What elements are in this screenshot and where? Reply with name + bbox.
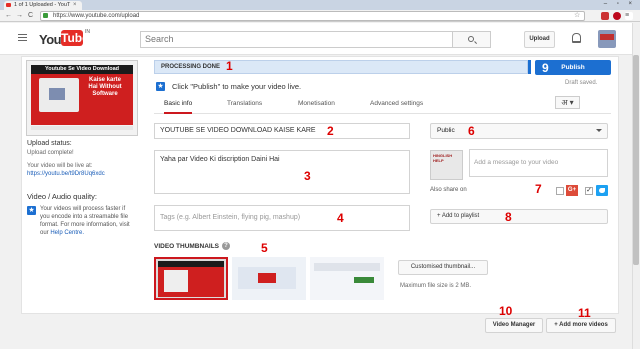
thumbnail-option-1[interactable] <box>154 257 228 300</box>
forward-icon[interactable]: → <box>16 10 23 22</box>
search-icon <box>468 36 474 42</box>
title-field[interactable]: YOUTUBE SE VIDEO DOWNLOAD KAISE KARE <box>154 123 410 139</box>
pinterest-icon[interactable] <box>613 12 621 20</box>
twitter-icon <box>596 185 608 196</box>
logo-region: IN <box>85 29 90 35</box>
upload-status-heading: Upload status: <box>27 140 72 147</box>
info-star-icon: ★ <box>27 206 36 215</box>
chrome-menu-icon[interactable]: ≡ <box>625 12 633 20</box>
max-file-size-text: Maximum file size is 2 MB. <box>400 283 472 289</box>
reload-icon[interactable]: C <box>28 10 33 22</box>
help-icon[interactable]: ? <box>222 242 230 250</box>
window-controls[interactable]: – ▫ × <box>604 0 636 9</box>
annotation-3: 3 <box>304 169 311 183</box>
help-centre-link[interactable]: Help Centre. <box>50 230 84 236</box>
logo-tube[interactable]: Tube <box>61 30 89 46</box>
upload-status-text: Upload complete! <box>27 150 74 156</box>
draft-saved-text: Draft saved. <box>565 80 598 86</box>
privacy-select[interactable]: Public <box>430 123 608 139</box>
search-button[interactable] <box>453 31 491 48</box>
logo-you[interactable]: You <box>39 32 62 47</box>
customised-thumbnail-button[interactable]: Customised thumbnail... <box>398 260 488 275</box>
click-publish-text: Click "Publish" to make your video live. <box>172 82 302 91</box>
url-field[interactable]: https://www.youtube.com/upload <box>40 11 585 21</box>
annotation-4: 4 <box>337 211 344 225</box>
browser-tab[interactable]: 1 of 1 Uploaded - YouT <box>4 1 82 10</box>
youtube-favicon-icon <box>6 3 11 7</box>
preview-header-text: Youtube Se Video Download <box>31 65 133 74</box>
scrollbar-thumb[interactable] <box>633 55 639 265</box>
bookmark-star-icon[interactable]: ☆ <box>574 11 580 21</box>
twitter-checkbox[interactable]: ✓ <box>585 187 593 195</box>
video-preview-image: Youtube Se Video Download Kaise karte Ha… <box>31 65 133 125</box>
preview-picture <box>39 78 79 112</box>
tab-translations[interactable]: Translations <box>227 97 262 111</box>
video-manager-button[interactable]: Video Manager <box>485 318 543 333</box>
description-field[interactable]: Yaha par Video Ki discription Daini Hai <box>154 150 410 194</box>
processing-progress-fill <box>528 60 531 74</box>
tab-close-icon[interactable]: × <box>73 2 77 9</box>
chevron-down-icon <box>596 129 602 132</box>
quality-heading: Video / Audio quality: <box>27 192 97 201</box>
video-live-link[interactable]: https://youtu.be/t9Dr8Uq6xdc <box>27 171 105 177</box>
annotation-5: 5 <box>261 241 268 255</box>
gplus-checkbox[interactable] <box>556 187 564 195</box>
add-more-videos-button[interactable]: + Add more videos <box>546 318 616 333</box>
thumbnail-option-2[interactable] <box>232 257 306 300</box>
live-text: Your video will be live at: <box>27 163 93 169</box>
language-button[interactable]: अ ▾ <box>555 96 580 109</box>
hamburger-menu-icon[interactable] <box>18 34 27 41</box>
annotation-6: 6 <box>468 124 475 138</box>
google-plus-icon: G+ <box>566 185 578 196</box>
annotation-8: 8 <box>505 210 512 224</box>
annotation-9: 9 <box>542 61 549 75</box>
back-icon[interactable]: ← <box>5 10 12 22</box>
annotation-2: 2 <box>327 124 334 138</box>
thumbnail-option-3[interactable] <box>310 257 384 300</box>
also-share-label: Also share on <box>430 187 467 193</box>
browser-tab-title: 1 of 1 Uploaded - YouT <box>14 2 71 8</box>
preview-body-text: Kaise karte Hai Without Software <box>88 77 122 97</box>
publish-star-icon: ★ <box>156 82 165 91</box>
secure-lock-icon <box>43 13 48 18</box>
browser-tab-strip <box>0 0 640 10</box>
annotation-7: 7 <box>535 182 542 196</box>
add-to-playlist-button[interactable]: + Add to playlist <box>430 209 608 224</box>
account-avatar[interactable] <box>598 30 616 48</box>
preview-progress-bar <box>31 126 133 130</box>
extension-icon[interactable] <box>601 12 609 20</box>
tab-basic-info[interactable]: Basic info <box>164 97 193 114</box>
tab-monetisation[interactable]: Monetisation <box>298 97 335 111</box>
search-input[interactable]: Search <box>140 31 453 48</box>
annotation-11: 11 <box>578 306 591 320</box>
tab-advanced-settings[interactable]: Advanced settings <box>370 97 423 111</box>
annotation-1: 1 <box>226 59 233 73</box>
video-thumbnails-label: VIDEO THUMBNAILS <box>154 243 219 250</box>
notifications-bell-icon[interactable] <box>572 33 581 43</box>
share-message-field[interactable]: Add a message to your video <box>469 149 608 177</box>
quality-text: Your videos will process faster if you e… <box>40 205 132 237</box>
tags-field[interactable]: Tags (e.g. Albert Einstein, flying pig, … <box>154 205 410 231</box>
channel-avatar: HINGLISH HELP <box>430 150 463 180</box>
upload-button[interactable]: Upload <box>524 31 555 48</box>
processing-status-bar: PROCESSING DONE <box>154 60 528 74</box>
annotation-10: 10 <box>499 304 513 318</box>
